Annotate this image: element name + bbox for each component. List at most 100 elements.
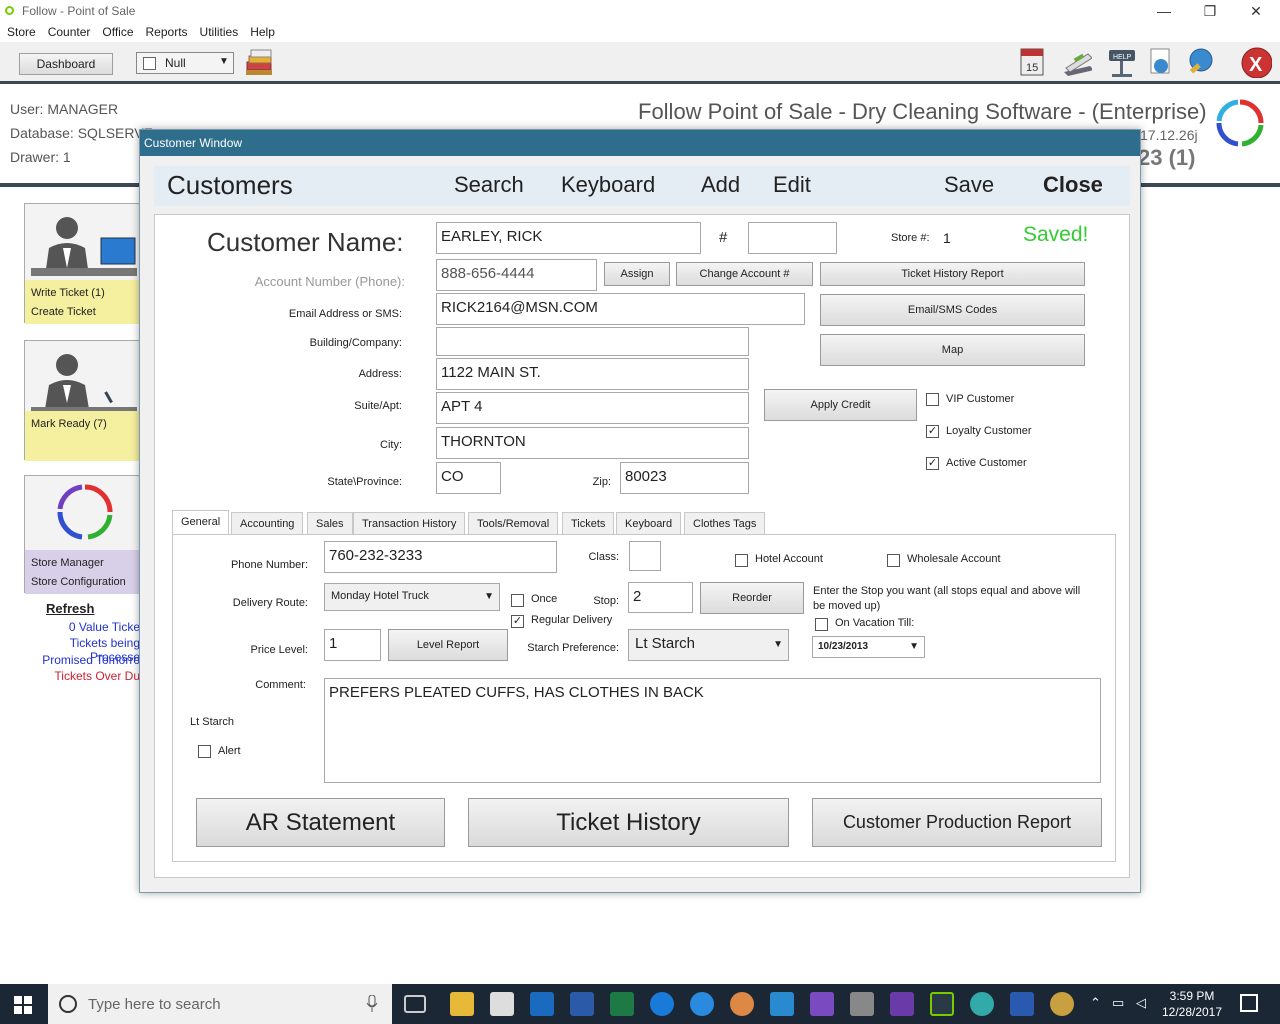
zip-field[interactable]: 80023	[620, 462, 749, 494]
store-icon[interactable]	[490, 992, 514, 1016]
document-globe-icon[interactable]	[1146, 46, 1178, 78]
clock[interactable]: 3:59 PM 12/28/2017	[1160, 988, 1224, 1020]
email-sms-codes-button[interactable]: Email/SMS Codes	[820, 294, 1085, 326]
edge-icon[interactable]	[650, 992, 674, 1016]
write-ticket-tile[interactable]: Write Ticket (1) Create Ticket	[24, 203, 141, 324]
null-combo[interactable]: Null ▼	[136, 52, 234, 74]
word-icon[interactable]	[570, 992, 594, 1016]
outlook-icon[interactable]	[530, 992, 554, 1016]
minimize-button[interactable]: —	[1141, 0, 1187, 22]
zero-value-tickets-link[interactable]: 0 Value Ticke	[24, 620, 140, 634]
cash-register-icon[interactable]	[1060, 46, 1092, 78]
hotel-account-checkbox[interactable]	[735, 554, 748, 567]
email-field[interactable]: RICK2164@MSN.COM	[436, 293, 805, 325]
chrome-icon[interactable]	[730, 992, 754, 1016]
tools-icon[interactable]	[850, 992, 874, 1016]
menu-utilities[interactable]: Utilities	[193, 22, 244, 39]
menu-office[interactable]: Office	[95, 22, 138, 39]
close-window-button[interactable]: ✕	[1233, 0, 1279, 22]
class-field[interactable]	[629, 541, 661, 571]
promised-tomorrow-link[interactable]: Promised Tomorro	[24, 653, 140, 667]
menu-counter[interactable]: Counter	[41, 22, 96, 39]
state-field[interactable]: CO	[436, 462, 501, 494]
save-command[interactable]: Save	[944, 172, 994, 198]
maximize-button[interactable]: ❐	[1187, 0, 1233, 22]
apply-credit-button[interactable]: Apply Credit	[764, 389, 917, 421]
wholesale-account-checkbox[interactable]	[887, 554, 900, 567]
tab-keyboard[interactable]: Keyboard	[616, 512, 682, 534]
assign-button[interactable]: Assign	[604, 262, 670, 286]
comment-textarea[interactable]: PREFERS PLEATED CUFFS, HAS CLOTHES IN BA…	[324, 678, 1101, 783]
task-view-icon[interactable]	[404, 995, 426, 1013]
follow-pos-taskbar-icon[interactable]	[930, 992, 954, 1016]
volume-icon[interactable]: ◁	[1136, 995, 1146, 1011]
search-command[interactable]: Search	[454, 172, 524, 198]
change-account-button[interactable]: Change Account #	[676, 262, 813, 286]
starch-preference-select[interactable]: Lt Starch ▼	[628, 629, 789, 661]
tickets-overdue-link[interactable]: Tickets Over Du	[24, 669, 140, 683]
city-field[interactable]: THORNTON	[436, 427, 749, 459]
delivery-route-select[interactable]: Monday Hotel Truck ▼	[324, 583, 500, 611]
books-icon[interactable]	[243, 48, 277, 78]
vip-checkbox[interactable]	[926, 393, 939, 406]
refresh-link[interactable]: Refresh	[46, 601, 94, 616]
tab-clothes-tags[interactable]: Clothes Tags	[684, 512, 766, 534]
dashboard-button[interactable]: Dashboard	[19, 53, 113, 75]
edit-command[interactable]: Edit	[773, 172, 811, 198]
paint-icon[interactable]	[970, 992, 994, 1016]
ticket-history-report-button[interactable]: Ticket History Report	[820, 262, 1085, 286]
customer-production-report-button[interactable]: Customer Production Report	[812, 798, 1102, 847]
app-icon[interactable]	[770, 992, 794, 1016]
active-checkbox[interactable]: ✓	[926, 457, 939, 470]
alert-checkbox[interactable]	[198, 745, 211, 758]
chevron-up-icon[interactable]: ⌃	[1090, 995, 1101, 1011]
help-sign-icon[interactable]: HELP	[1106, 46, 1138, 78]
once-checkbox[interactable]	[511, 594, 524, 607]
menu-help[interactable]: Help	[243, 22, 280, 39]
regular-delivery-checkbox[interactable]: ✓	[511, 615, 524, 628]
microphone-icon[interactable]	[366, 995, 378, 1013]
visual-studio-2-icon[interactable]	[890, 992, 914, 1016]
mark-ready-tile[interactable]: Mark Ready (7)	[24, 340, 141, 461]
internet-explorer-icon[interactable]	[690, 992, 714, 1016]
account-number-field[interactable]: 888-656-4444	[436, 259, 597, 291]
loyalty-checkbox[interactable]: ✓	[926, 425, 939, 438]
map-button[interactable]: Map	[820, 334, 1085, 366]
tab-transaction-history[interactable]: Transaction History	[353, 512, 466, 534]
magnifier-tool-icon[interactable]	[1184, 46, 1216, 78]
price-level-field[interactable]: 1	[324, 629, 381, 661]
keyboard-command[interactable]: Keyboard	[561, 172, 655, 198]
windows-start-icon[interactable]	[14, 996, 32, 1014]
stop-field[interactable]: 2	[628, 582, 693, 613]
ticket-history-button[interactable]: Ticket History	[468, 798, 789, 847]
exit-icon[interactable]: X	[1240, 46, 1272, 78]
add-command[interactable]: Add	[701, 172, 740, 198]
tab-general[interactable]: General	[172, 510, 230, 534]
close-command[interactable]: Close	[1043, 172, 1103, 198]
level-report-button[interactable]: Level Report	[388, 629, 508, 661]
building-field[interactable]	[436, 327, 749, 356]
notifications-icon[interactable]	[1240, 994, 1258, 1012]
vacation-date-picker[interactable]: 10/23/2013 ▼	[812, 636, 925, 658]
store-manager-tile[interactable]: Store Manager Store Configuration	[24, 475, 141, 594]
menu-reports[interactable]: Reports	[139, 22, 193, 39]
suite-field[interactable]: APT 4	[436, 392, 749, 424]
taskbar-search[interactable]: Type here to search	[48, 984, 392, 1024]
customer-name-field[interactable]: EARLEY, RICK	[436, 222, 701, 254]
visual-studio-icon[interactable]	[810, 992, 834, 1016]
network-icon[interactable]: ▭	[1112, 995, 1124, 1011]
palette-icon[interactable]	[1050, 992, 1074, 1016]
reorder-button[interactable]: Reorder	[700, 582, 804, 614]
vacation-checkbox[interactable]	[815, 618, 828, 631]
address-field[interactable]: 1122 MAIN ST.	[436, 358, 749, 390]
ar-statement-button[interactable]: AR Statement	[196, 798, 445, 847]
file-explorer-icon[interactable]	[450, 992, 474, 1016]
tab-sales[interactable]: Sales	[307, 512, 353, 534]
tab-tickets[interactable]: Tickets	[562, 512, 615, 534]
calendar-icon[interactable]: 15	[1017, 46, 1049, 78]
ftp-icon[interactable]	[1010, 992, 1034, 1016]
phone-field[interactable]: 760-232-3233	[324, 541, 557, 573]
menu-store[interactable]: Store	[0, 22, 41, 39]
customer-number-field[interactable]	[748, 222, 837, 254]
excel-icon[interactable]	[610, 992, 634, 1016]
